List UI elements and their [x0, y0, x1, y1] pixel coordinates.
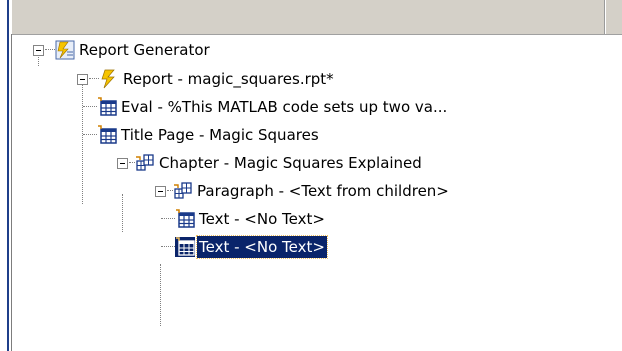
tree-connector — [83, 106, 97, 108]
title-page-table-icon — [98, 125, 117, 144]
tree-node-label: Text - <No Text> — [199, 210, 325, 228]
collapse-toggle[interactable] — [117, 157, 128, 169]
report-generator-icon — [55, 40, 75, 60]
tree-connector — [160, 264, 162, 326]
tree-connector — [161, 218, 175, 220]
report-outline-tree[interactable]: Report Generator Report - magic_squares.… — [0, 34, 622, 351]
collapse-toggle[interactable] — [77, 73, 88, 85]
tree-connector — [89, 78, 99, 80]
collapse-toggle[interactable] — [33, 44, 44, 56]
tree-connector — [161, 246, 175, 248]
lightning-report-icon — [101, 69, 115, 89]
toolbar-divider-highlight — [605, 0, 606, 34]
tree-node-text[interactable]: Text - <No Text> — [160, 205, 327, 233]
tree-connector — [83, 134, 97, 136]
tree-node-label: Paragraph - <Text from children> — [197, 182, 449, 200]
tree-node-chapter[interactable]: Chapter - Magic Squares Explained — [117, 149, 424, 177]
report-explorer-pane: Report Generator Report - magic_squares.… — [0, 0, 622, 351]
tree-node-label: Eval - %This MATLAB code sets up two va.… — [121, 98, 448, 116]
tree-node-label: Report Generator — [79, 41, 210, 59]
tree-node-title-page[interactable]: Title Page - Magic Squares — [82, 121, 321, 149]
toolbar-strip — [0, 0, 622, 35]
tree-node-report[interactable]: Report - magic_squares.rpt* — [77, 65, 336, 93]
text-table-icon — [176, 209, 195, 228]
tree-node-label: Report - magic_squares.rpt* — [123, 70, 334, 88]
paragraph-icon — [174, 182, 192, 199]
eval-table-icon — [98, 97, 117, 116]
tree-node-text-selected[interactable]: Text - <No Text> — [160, 233, 328, 261]
chapter-icon — [136, 154, 154, 171]
text-table-icon — [175, 237, 195, 257]
tree-node-label: Title Page - Magic Squares — [121, 126, 319, 144]
tree-connector — [45, 49, 55, 51]
tree-node-eval[interactable]: Eval - %This MATLAB code sets up two va.… — [82, 93, 449, 121]
tree-connector — [122, 194, 124, 232]
tree-node-label: Chapter - Magic Squares Explained — [159, 154, 422, 172]
tree-node-paragraph[interactable]: Paragraph - <Text from children> — [155, 177, 451, 205]
tree-node-label: Text - <No Text> — [196, 235, 328, 259]
collapse-toggle[interactable] — [155, 185, 166, 197]
tree-node-report-generator[interactable]: Report Generator — [33, 36, 212, 64]
